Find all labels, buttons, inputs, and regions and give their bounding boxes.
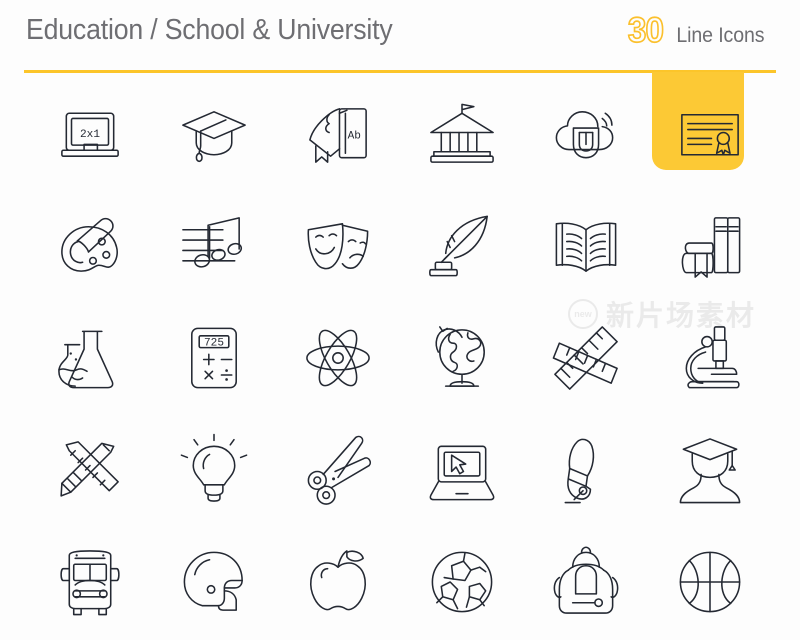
pencil-ruler-icon <box>60 441 119 497</box>
blackboard-icon: 2x1 <box>61 112 119 157</box>
icon-cell-books-abc[interactable]: Ab <box>276 78 400 190</box>
icon-cell-calculator[interactable]: 725 <box>152 302 276 414</box>
light-bulb-icon <box>180 433 248 502</box>
icon-cell-apple[interactable] <box>276 526 400 638</box>
university-building-icon <box>430 103 494 163</box>
icon-set-page: Education / School & University 30 Line … <box>0 0 800 640</box>
calculator-display-text: 725 <box>204 337 224 349</box>
icon-cell-open-book[interactable] <box>524 190 648 302</box>
icon-cell-graduation-cap[interactable] <box>152 78 276 190</box>
football-helmet-icon <box>183 551 243 611</box>
music-notes-icon <box>182 217 243 268</box>
icon-cell-pencil-ruler[interactable] <box>28 414 152 526</box>
icon-cell-microscope[interactable] <box>648 302 772 414</box>
icon-cell-laptop[interactable] <box>400 414 524 526</box>
soccer-ball-icon <box>431 551 493 613</box>
bookshelf-icon <box>681 217 741 278</box>
graduate-person-icon <box>679 438 741 504</box>
globe-stand-icon <box>435 326 485 387</box>
school-bus-icon <box>60 550 120 616</box>
atom-icon <box>306 329 370 387</box>
open-book-icon <box>555 222 617 272</box>
icon-cell-diploma[interactable] <box>648 78 772 190</box>
icon-count-label: Line Icons <box>676 24 765 47</box>
calculator-icon: 725 <box>191 327 237 389</box>
books-label-text: Ab <box>348 130 361 142</box>
icon-cell-scissors[interactable] <box>276 414 400 526</box>
icon-cell-school-bus[interactable] <box>28 526 152 638</box>
graduation-cap-icon <box>182 111 246 163</box>
icon-count-group: 30 Line Icons <box>627 11 768 50</box>
blackboard-text: 2x1 <box>80 129 100 141</box>
books-abc-icon: Ab <box>309 108 367 163</box>
icon-cell-rulers[interactable] <box>524 302 648 414</box>
icon-cell-art-palette[interactable] <box>28 190 152 302</box>
icon-cell-cloud-learning[interactable] <box>524 78 648 190</box>
icon-cell-bookshelf[interactable] <box>648 190 772 302</box>
microscope-icon <box>685 326 740 389</box>
basketball-icon <box>679 551 741 613</box>
quill-inkwell-icon <box>429 215 488 277</box>
laptop-cursor-icon <box>429 445 495 501</box>
icon-cell-basketball[interactable] <box>648 526 772 638</box>
fountain-pen-icon <box>564 438 595 504</box>
scissors-icon <box>307 435 372 505</box>
icon-cell-football-helmet[interactable] <box>152 526 276 638</box>
apple-icon <box>310 550 366 611</box>
icon-cell-atom[interactable] <box>276 302 400 414</box>
rulers-icon <box>552 326 618 390</box>
diploma-certificate-icon <box>681 113 739 156</box>
backpack-icon <box>553 546 619 614</box>
icon-cell-theater-masks[interactable] <box>276 190 400 302</box>
icon-cell-quill[interactable] <box>400 190 524 302</box>
icon-cell-graduate-person[interactable] <box>648 414 772 526</box>
icon-grid: 2x1 Ab 725 <box>28 78 772 638</box>
icon-cell-music-notes[interactable] <box>152 190 276 302</box>
icon-cell-soccer-ball[interactable] <box>400 526 524 638</box>
icon-cell-blackboard[interactable]: 2x1 <box>28 78 152 190</box>
icon-cell-fountain-pen[interactable] <box>524 414 648 526</box>
page-title: Education / School & University <box>26 14 393 46</box>
cloud-learning-icon <box>555 111 614 159</box>
theater-masks-icon <box>307 223 369 270</box>
art-palette-icon <box>61 217 118 272</box>
icon-cell-university[interactable] <box>400 78 524 190</box>
chemistry-flasks-icon <box>58 330 114 389</box>
icon-count-number: 30 <box>627 11 665 50</box>
page-header: Education / School & University 30 Line … <box>0 0 800 72</box>
icon-cell-chemistry[interactable] <box>28 302 152 414</box>
icon-cell-light-bulb[interactable] <box>152 414 276 526</box>
icon-cell-globe[interactable] <box>400 302 524 414</box>
icon-cell-backpack[interactable] <box>524 526 648 638</box>
